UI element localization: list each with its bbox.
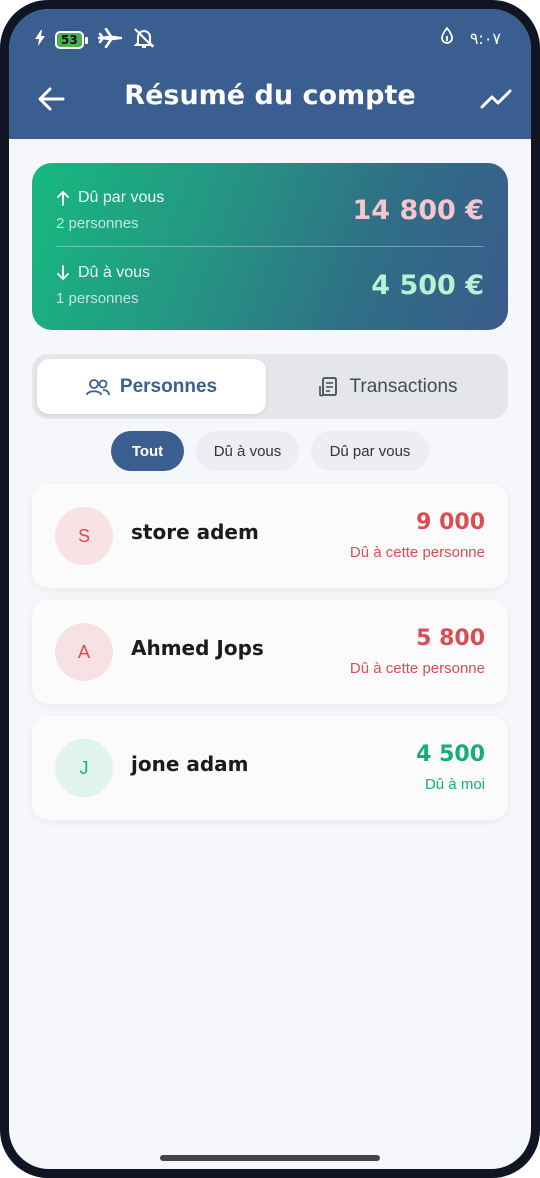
filter-all-chip[interactable]: Tout: [111, 431, 184, 471]
battery-cap: [84, 36, 88, 44]
person-name: Ahmed Jops: [131, 636, 264, 660]
owed-by-you-count: 2 personnes: [56, 215, 139, 232]
view-tabs: Personnes Transactions: [32, 354, 508, 419]
owed-by-you-label: Dû par vous: [56, 189, 164, 207]
person-card[interactable]: S store adem 9 000 Dû à cette personne: [32, 484, 508, 588]
battery-level: 53: [61, 33, 78, 47]
home-indicator[interactable]: [160, 1155, 380, 1161]
tab-people-label: Personnes: [119, 375, 218, 397]
summary-divider: [56, 246, 484, 247]
owed-to-you-label: Dû à vous: [56, 264, 150, 282]
person-name: store adem: [131, 520, 259, 544]
owed-by-you-text: Dû par vous: [78, 189, 165, 206]
person-card[interactable]: J jone adam 4 500 Dû à moi: [32, 716, 508, 820]
balance-summary-card: Dû par vous 2 personnes 14 800 € Dû à vo…: [32, 163, 508, 330]
receipt-icon: [319, 376, 338, 396]
data-icon: [440, 26, 454, 49]
person-status: Dû à cette personne: [349, 544, 485, 561]
people-icon: [86, 378, 110, 395]
person-status: Dû à cette personne: [349, 660, 485, 677]
airplane-icon: [97, 27, 123, 52]
arrow-down-icon: [57, 265, 69, 281]
battery-body: 53: [55, 31, 84, 49]
app-header: 53 ٩:٠٧ Résumé du compte: [9, 9, 531, 139]
tab-transactions[interactable]: Transactions: [274, 359, 503, 414]
clock: ٩:٠٧: [469, 28, 501, 48]
person-amount: 4 500: [416, 742, 485, 767]
screen: 53 ٩:٠٧ Résumé du compte Dû par vous 2 p…: [9, 9, 531, 1169]
trend-chart-icon: [480, 89, 512, 109]
phone-frame: 53 ٩:٠٧ Résumé du compte Dû par vous 2 p…: [0, 0, 540, 1178]
chart-button[interactable]: [479, 83, 513, 115]
status-bar: 53 ٩:٠٧: [9, 9, 531, 65]
owed-by-you-amount: 14 800 €: [352, 195, 484, 226]
arrow-up-icon: [57, 190, 69, 206]
alarm-off-icon: [132, 27, 156, 53]
top-app-bar: Résumé du compte: [9, 71, 531, 127]
avatar: J: [55, 739, 113, 797]
charging-bolt-icon: [35, 30, 45, 50]
person-amount: 5 800: [416, 626, 485, 651]
filter-owed-to-you-chip[interactable]: Dû à vous: [196, 431, 299, 471]
battery-icon: 53: [55, 31, 88, 49]
tab-transactions-label: Transactions: [349, 375, 458, 397]
status-icons-left: 53: [35, 27, 156, 53]
person-name: jone adam: [131, 752, 249, 776]
avatar: A: [55, 623, 113, 681]
tab-people[interactable]: Personnes: [37, 359, 266, 414]
owed-to-you-count: 1 personnes: [56, 290, 139, 307]
filter-owed-by-you-chip[interactable]: Dû par vous: [311, 431, 429, 471]
person-status: Dû à moi: [424, 776, 485, 793]
person-amount: 9 000: [416, 510, 485, 535]
owed-to-you-amount: 4 500 €: [371, 270, 484, 301]
status-icons-right: ٩:٠٧: [440, 26, 501, 49]
filter-chips: Tout Dû à vous Dû par vous: [9, 431, 531, 471]
owed-by-you-row: Dû par vous 2 personnes 14 800 €: [56, 181, 484, 251]
page-title: Résumé du compte: [124, 80, 416, 111]
owed-to-you-text: Dû à vous: [78, 264, 151, 281]
owed-to-you-row: Dû à vous 1 personnes 4 500 €: [56, 256, 484, 326]
avatar: S: [55, 507, 113, 565]
person-card[interactable]: A Ahmed Jops 5 800 Dû à cette personne: [32, 600, 508, 704]
